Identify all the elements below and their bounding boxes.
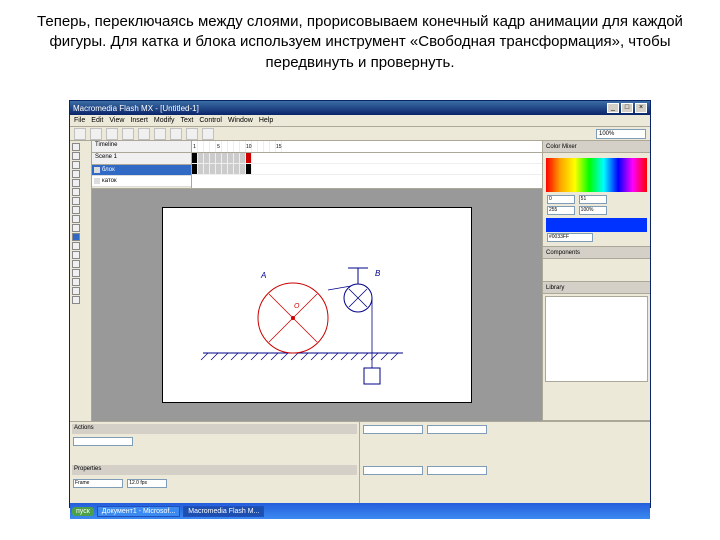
color-mixer-title[interactable]: Color Mixer xyxy=(543,141,650,153)
actions-dropdown[interactable] xyxy=(73,437,133,446)
effect-dropdown[interactable] xyxy=(363,466,423,475)
arrow-tool[interactable] xyxy=(72,143,80,151)
current-color-swatch[interactable] xyxy=(546,218,647,232)
timeline-panel: Timeline Scene 1 блок каток 1 xyxy=(92,141,542,189)
color-b-input[interactable]: 255 xyxy=(547,206,575,215)
stage-area[interactable]: A B O xyxy=(92,189,542,421)
taskbar-item-flash[interactable]: Macromedia Flash M... xyxy=(183,506,264,517)
redo-button[interactable] xyxy=(202,128,214,140)
layer-name-0: блок xyxy=(102,167,115,173)
svg-text:A: A xyxy=(260,271,266,280)
fill-transform-tool[interactable] xyxy=(72,242,80,250)
color-spectrum[interactable] xyxy=(546,158,647,192)
menu-help[interactable]: Help xyxy=(259,117,273,124)
brush-tool[interactable] xyxy=(72,224,80,232)
menu-control[interactable]: Control xyxy=(199,117,222,124)
color-alpha-input[interactable]: 100% xyxy=(579,206,607,215)
menu-edit[interactable]: Edit xyxy=(91,117,103,124)
sound-dropdown[interactable] xyxy=(427,425,487,434)
actions-panel: Actions xyxy=(70,422,360,463)
actions-title[interactable]: Actions xyxy=(72,424,357,434)
pencil-tool[interactable] xyxy=(72,215,80,223)
timeline-tab[interactable]: Timeline xyxy=(92,141,191,153)
menubar: File Edit View Insert Modify Text Contro… xyxy=(70,115,650,127)
subselect-tool[interactable] xyxy=(72,152,80,160)
text-tool[interactable] xyxy=(72,188,80,196)
free-transform-tool[interactable] xyxy=(72,233,80,241)
close-button[interactable]: × xyxy=(635,103,647,113)
print-button[interactable] xyxy=(122,128,134,140)
paste-button[interactable] xyxy=(170,128,182,140)
properties-title[interactable]: Properties xyxy=(72,465,357,475)
start-button[interactable]: пуск xyxy=(72,507,94,516)
menu-file[interactable]: File xyxy=(74,117,85,124)
eyedropper-tool[interactable] xyxy=(72,269,80,277)
oval-tool[interactable] xyxy=(72,197,80,205)
windows-taskbar: пуск Документ1 - Microsof... Macromedia … xyxy=(70,503,650,519)
menu-insert[interactable]: Insert xyxy=(130,117,148,124)
titlebar: Macromedia Flash MX - [Untitled-1] _ □ × xyxy=(70,101,650,115)
slide-caption: Теперь, переключаясь между слоями, прори… xyxy=(0,0,720,81)
components-title[interactable]: Components xyxy=(543,247,650,259)
components-panel: Components xyxy=(543,247,650,282)
layer-icon xyxy=(94,167,100,173)
drawing-content: A B O xyxy=(163,208,473,404)
layer-name-1: каток xyxy=(102,178,117,184)
app-title: Macromedia Flash MX - [Untitled-1] xyxy=(73,104,199,113)
rect-tool[interactable] xyxy=(72,206,80,214)
layer-icon xyxy=(94,178,100,184)
menu-view[interactable]: View xyxy=(109,117,124,124)
copy-button[interactable] xyxy=(154,128,166,140)
toolbar-main: 100% xyxy=(70,127,650,141)
playhead-frame[interactable] xyxy=(246,153,252,163)
ruler-tick: 15 xyxy=(276,141,282,152)
properties-panel: Properties Frame 12.0 fps xyxy=(70,463,360,504)
menu-modify[interactable]: Modify xyxy=(154,117,175,124)
library-panel: Library xyxy=(543,282,650,421)
taskbar-item-word[interactable]: Документ1 - Microsof... xyxy=(97,506,180,517)
save-button[interactable] xyxy=(106,128,118,140)
canvas[interactable]: A B O xyxy=(162,207,472,403)
new-button[interactable] xyxy=(74,128,86,140)
color-g-input[interactable]: 51 xyxy=(579,195,607,204)
scene-label[interactable]: Scene 1 xyxy=(92,153,191,165)
hand-tool[interactable] xyxy=(72,287,80,295)
cut-button[interactable] xyxy=(138,128,150,140)
frame-label-input[interactable]: Frame xyxy=(73,479,123,488)
zoom-input[interactable]: 100% xyxy=(596,129,646,139)
toolbox xyxy=(70,141,92,421)
color-hex-input[interactable]: #0033FF xyxy=(547,233,593,242)
svg-text:B: B xyxy=(375,269,381,278)
library-title[interactable]: Library xyxy=(543,282,650,294)
layer-row-0[interactable]: блок xyxy=(92,165,191,176)
layer-row-1[interactable]: каток xyxy=(92,176,191,187)
flash-app-window: Macromedia Flash MX - [Untitled-1] _ □ ×… xyxy=(69,100,651,508)
line-tool[interactable] xyxy=(72,161,80,169)
sync-dropdown[interactable] xyxy=(427,466,487,475)
right-panel-dock: Color Mixer 0 51 255 100% #0033FF xyxy=(542,141,650,421)
tween-dropdown[interactable] xyxy=(363,425,423,434)
library-preview xyxy=(545,296,648,382)
minimize-button[interactable]: _ xyxy=(607,103,619,113)
zoom-tool[interactable] xyxy=(72,296,80,304)
menu-window[interactable]: Window xyxy=(228,117,253,124)
maximize-button[interactable]: □ xyxy=(621,103,633,113)
ink-tool[interactable] xyxy=(72,251,80,259)
keyframe[interactable] xyxy=(246,164,252,174)
open-button[interactable] xyxy=(90,128,102,140)
bottom-dock: Actions Properties Frame 12.0 fps xyxy=(70,421,650,503)
menu-text[interactable]: Text xyxy=(181,117,194,124)
undo-button[interactable] xyxy=(186,128,198,140)
svg-text:O: O xyxy=(294,303,300,310)
timeline-frames[interactable]: 1 5 10 15 xyxy=(192,141,542,188)
color-r-input[interactable]: 0 xyxy=(547,195,575,204)
fps-display: 12.0 fps xyxy=(127,479,167,488)
eraser-tool[interactable] xyxy=(72,278,80,286)
color-mixer-panel: Color Mixer 0 51 255 100% #0033FF xyxy=(543,141,650,247)
pen-tool[interactable] xyxy=(72,179,80,187)
bucket-tool[interactable] xyxy=(72,260,80,268)
lasso-tool[interactable] xyxy=(72,170,80,178)
